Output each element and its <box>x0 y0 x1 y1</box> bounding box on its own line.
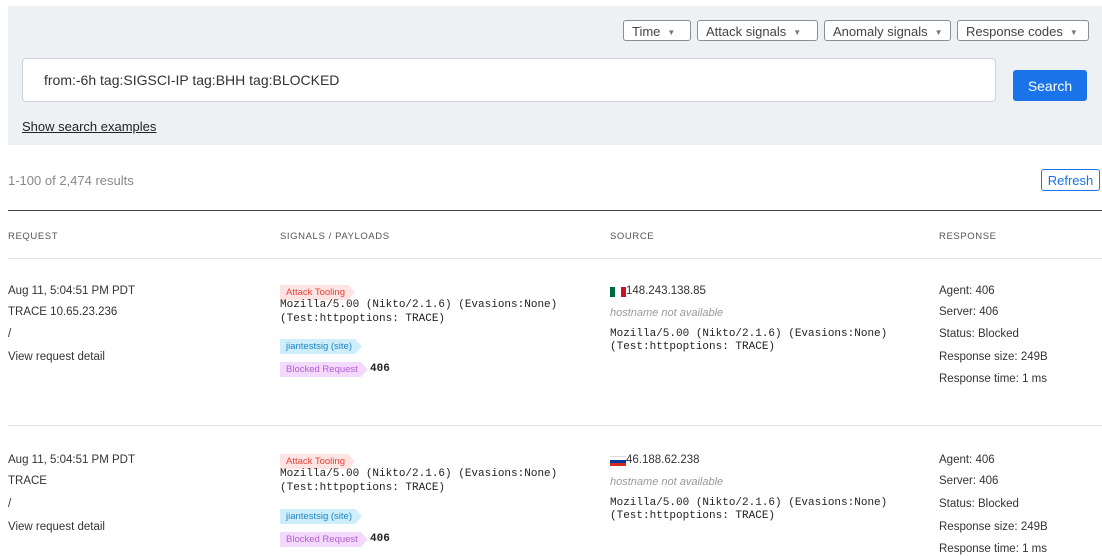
user-agent-line-1: Mozilla/5.00 (Nikto/2.1.6) (Evasions:Non… <box>610 328 888 340</box>
header-divider <box>8 258 1102 259</box>
request-line: TRACE <box>8 475 47 487</box>
response-agent: Agent: 406 <box>939 285 995 297</box>
response-status: Status: Blocked <box>939 328 1019 340</box>
column-header-response: RESPONSE <box>939 231 997 242</box>
response-size: Response size: 249B <box>939 351 1048 363</box>
blocked-code: 406 <box>370 363 390 375</box>
response-status: Status: Blocked <box>939 498 1019 510</box>
attack-signals-filter-dropdown[interactable]: Attack signals ▼ <box>697 20 818 41</box>
response-codes-filter-dropdown[interactable]: Response codes ▼ <box>957 20 1089 41</box>
chevron-down-icon: ▼ <box>667 28 676 37</box>
payload-line-2: (Test:httpoptions: TRACE) <box>280 482 446 494</box>
hostname-text: hostname not available <box>610 476 724 488</box>
mexico-flag-icon <box>610 287 626 297</box>
view-request-detail-link[interactable]: View request detail <box>8 521 105 533</box>
response-server: Server: 406 <box>939 475 999 487</box>
user-agent-line-2: (Test:httpoptions: TRACE) <box>610 341 776 353</box>
view-request-detail-link[interactable]: View request detail <box>8 351 105 363</box>
source-ip[interactable]: 46.188.62.238 <box>626 454 700 466</box>
request-timestamp: Aug 11, 5:04:51 PM PDT <box>8 285 135 297</box>
column-header-source: SOURCE <box>610 231 655 242</box>
refresh-button[interactable]: Refresh <box>1041 169 1100 191</box>
attack-tooling-tag[interactable]: Attack Tooling <box>280 285 355 300</box>
chevron-down-icon: ▼ <box>1069 28 1078 37</box>
show-search-examples-link[interactable]: Show search examples <box>22 119 156 134</box>
blocked-code: 406 <box>370 533 390 545</box>
payload-line-1: Mozilla/5.00 (Nikto/2.1.6) (Evasions:Non… <box>280 299 558 311</box>
source-ip[interactable]: 148.243.138.85 <box>626 285 706 297</box>
request-timestamp: Aug 11, 5:04:51 PM PDT <box>8 454 135 466</box>
russia-flag-icon <box>610 456 626 466</box>
site-tag[interactable]: jiantestsig (site) <box>280 339 362 354</box>
response-server: Server: 406 <box>939 306 999 318</box>
payload-line-2: (Test:httpoptions: TRACE) <box>280 313 446 325</box>
request-path: / <box>8 328 12 340</box>
request-path: / <box>8 498 12 510</box>
site-tag[interactable]: jiantestsig (site) <box>280 509 362 524</box>
user-agent-line-2: (Test:httpoptions: TRACE) <box>610 510 776 522</box>
anomaly-signals-filter-label: Anomaly signals <box>833 24 928 39</box>
response-time: Response time: 1 ms <box>939 543 1048 555</box>
column-header-request: REQUEST <box>8 231 59 242</box>
request-line: TRACE 10.65.23.236 <box>8 306 118 318</box>
search-query-input[interactable] <box>22 58 996 102</box>
time-filter-label: Time <box>632 24 661 39</box>
results-count: 1-100 of 2,474 results <box>8 173 134 188</box>
payload-line-1: Mozilla/5.00 (Nikto/2.1.6) (Evasions:Non… <box>280 468 558 480</box>
search-button[interactable]: Search <box>1013 70 1087 101</box>
chevron-down-icon: ▼ <box>793 28 802 37</box>
row-divider <box>8 425 1102 426</box>
hostname-text: hostname not available <box>610 307 724 319</box>
response-agent: Agent: 406 <box>939 454 995 466</box>
anomaly-signals-filter-dropdown[interactable]: Anomaly signals ▼ <box>824 20 951 41</box>
response-codes-filter-label: Response codes <box>966 24 1063 39</box>
response-size: Response size: 249B <box>939 521 1048 533</box>
table-top-divider <box>8 210 1102 211</box>
search-panel: Time ▼ Attack signals ▼ Anomaly signals ▼ R… <box>8 6 1102 145</box>
response-time: Response time: 1 ms <box>939 373 1048 385</box>
blocked-request-tag[interactable]: Blocked Request <box>280 532 368 547</box>
column-header-signals: SIGNALS / PAYLOADS <box>280 231 390 242</box>
blocked-request-tag[interactable]: Blocked Request <box>280 362 368 377</box>
user-agent-line-1: Mozilla/5.00 (Nikto/2.1.6) (Evasions:Non… <box>610 497 888 509</box>
attack-signals-filter-label: Attack signals <box>706 24 787 39</box>
chevron-down-icon: ▼ <box>934 28 943 37</box>
attack-tooling-tag[interactable]: Attack Tooling <box>280 454 355 469</box>
time-filter-dropdown[interactable]: Time ▼ <box>623 20 691 41</box>
